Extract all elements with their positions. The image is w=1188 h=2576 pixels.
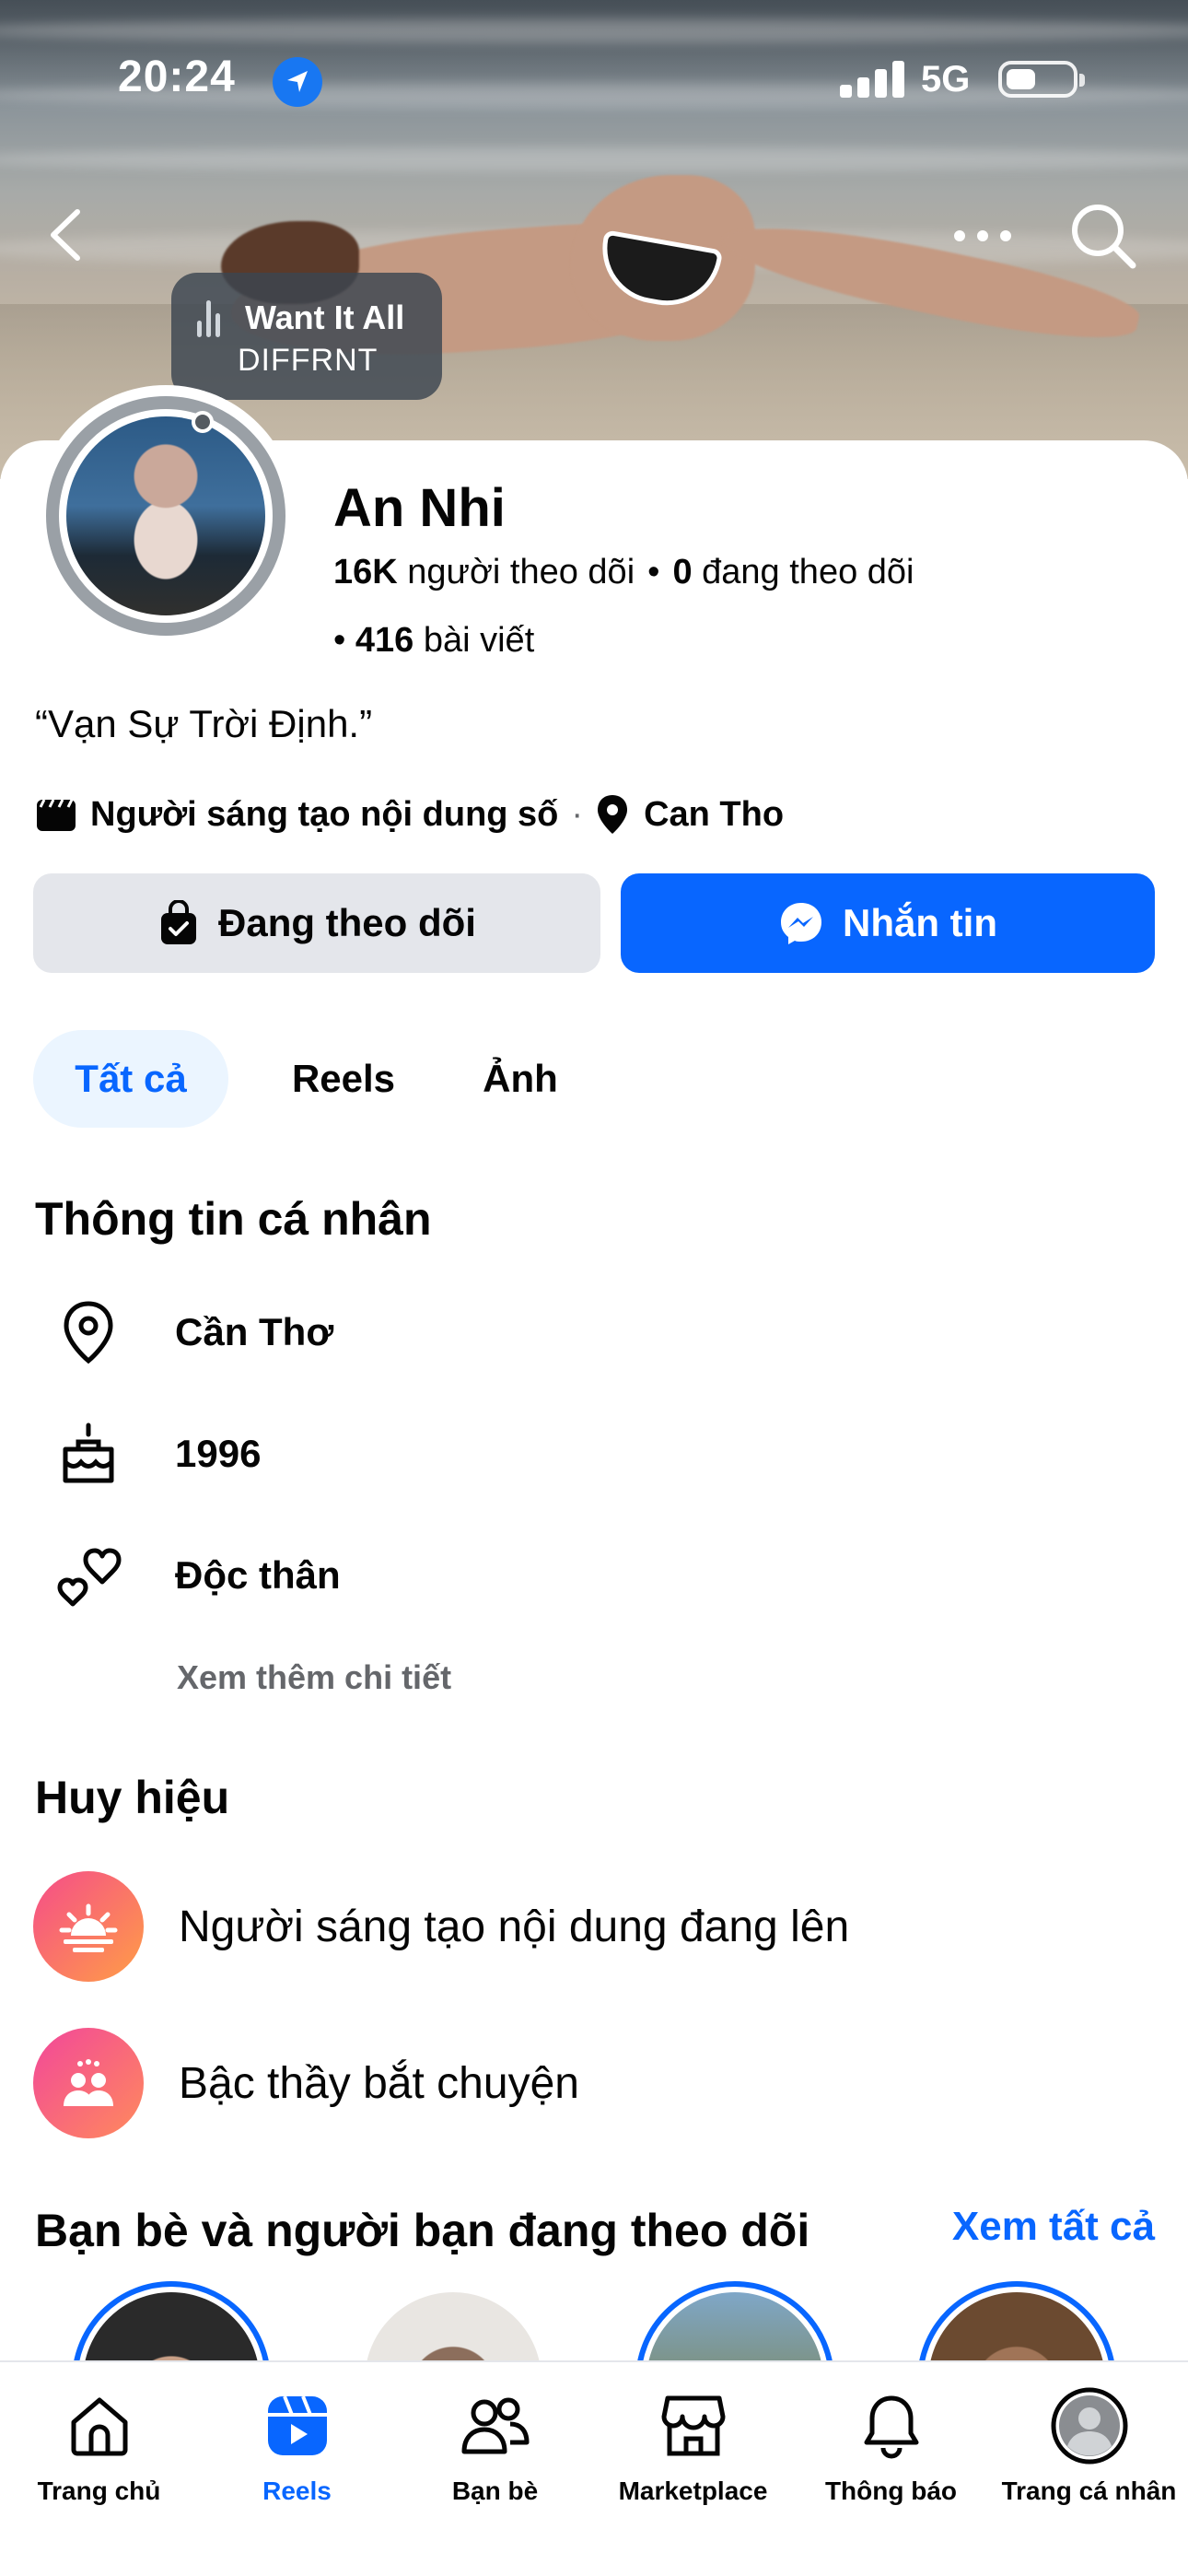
badge-rising-creator-text: Người sáng tạo nội dung đang lên <box>179 1902 850 1951</box>
profile-avatar[interactable] <box>35 385 297 647</box>
following-label: đang theo dõi <box>702 553 914 591</box>
clapperboard-icon <box>35 796 77 833</box>
see-more-details-link[interactable]: Xem thêm chi tiết <box>177 1658 451 1697</box>
nav-notifications-label: Thông báo <box>824 2476 958 2505</box>
info-row-birthday: 1996 <box>35 1411 1140 1496</box>
conversation-starter-icon <box>33 2028 144 2138</box>
followers-count: 16K <box>333 553 398 591</box>
sound-wave-icon <box>197 300 228 337</box>
music-title: Want It All <box>245 299 405 336</box>
personal-info-title: Thông tin cá nhân <box>35 1193 432 1245</box>
search-icon[interactable] <box>1068 201 1138 271</box>
nav-marketplace[interactable]: Marketplace <box>594 2384 792 2523</box>
nav-marketplace-label: Marketplace <box>618 2476 768 2505</box>
profile-name: An Nhi <box>333 478 506 538</box>
home-icon <box>66 2384 133 2467</box>
chevron-left-icon[interactable] <box>41 203 96 267</box>
cellular-signal-icon <box>840 61 904 98</box>
profile-music-tag[interactable]: Want It All DIFFRNT <box>171 273 442 416</box>
friends-icon <box>460 2384 530 2467</box>
profile-avatar-icon <box>1051 2384 1128 2467</box>
story-indicator-dot <box>192 411 214 433</box>
posts-count: 416 <box>355 621 414 660</box>
nav-profile[interactable]: Trang cá nhân <box>990 2384 1188 2523</box>
bottom-navigation: Trang chủ Reels Bạn bè Marketplace Thông… <box>0 2360 1188 2576</box>
following-button-label: Đang theo dõi <box>218 901 476 944</box>
nav-profile-label: Trang cá nhân <box>1001 2476 1177 2505</box>
location-arrow-icon <box>273 57 322 107</box>
separator-dot: · <box>571 794 584 834</box>
tab-photos[interactable]: Ảnh <box>460 1030 580 1128</box>
profile-category: Người sáng tạo nội dung số <box>90 794 559 834</box>
avatar-photo <box>66 416 265 615</box>
tab-all[interactable]: Tất cả <box>33 1030 228 1128</box>
message-button-label: Nhắn tin <box>843 901 997 944</box>
bell-icon <box>861 2384 922 2467</box>
badges-title: Huy hiệu <box>35 1772 230 1823</box>
info-row-relationship: Độc thân <box>35 1533 1140 1618</box>
see-all-friends-link[interactable]: Xem tất cả <box>952 2204 1155 2250</box>
marketplace-icon <box>660 2384 727 2467</box>
birthday-cake-icon <box>35 1411 142 1496</box>
nav-reels[interactable]: Reels <box>198 2384 396 2523</box>
messenger-icon <box>781 903 821 944</box>
network-type: 5G <box>921 59 971 100</box>
music-artist: DIFFRNT <box>238 343 379 378</box>
nav-home[interactable]: Trang chủ <box>0 2384 198 2523</box>
tab-reels[interactable]: Reels <box>265 1030 422 1128</box>
profile-bio: “Vạn Sự Trời Định.” <box>35 702 373 745</box>
friends-title: Bạn bè và người bạn đang theo dõi <box>35 2205 810 2256</box>
nav-friends[interactable]: Bạn bè <box>396 2384 594 2523</box>
nav-friends-label: Bạn bè <box>451 2476 539 2505</box>
separator-dot: • <box>647 553 660 591</box>
cover-wave <box>0 147 1188 171</box>
following-button[interactable]: Đang theo dõi <box>33 873 600 973</box>
nav-reels-label: Reels <box>262 2476 332 2505</box>
info-birthday-text: 1996 <box>175 1432 262 1475</box>
battery-icon <box>998 61 1085 98</box>
separator-dot: • <box>333 621 346 660</box>
profile-stats[interactable]: 16K người theo dõi • 0 đang theo dõi <box>333 553 914 592</box>
sunrise-badge-icon <box>33 1871 144 1982</box>
profile-meta: Người sáng tạo nội dung số · Can Tho <box>35 790 784 838</box>
nav-notifications[interactable]: Thông báo <box>792 2384 990 2523</box>
badge-row-conversation-starter[interactable]: Bậc thầy bắt chuyện <box>33 2027 1138 2139</box>
profile-location: Can Tho <box>644 794 785 834</box>
followers-label: người theo dõi <box>407 553 635 591</box>
info-location-text: Cần Thơ <box>175 1310 334 1353</box>
badge-row-rising-creator[interactable]: Người sáng tạo nội dung đang lên <box>33 1870 1138 1983</box>
profile-posts-stat[interactable]: • 416 bài viết <box>333 621 534 661</box>
more-horizontal-icon[interactable] <box>950 208 1015 263</box>
following-bag-icon <box>161 900 196 944</box>
following-count: 0 <box>672 553 693 591</box>
info-row-location: Cần Thơ <box>35 1290 1140 1375</box>
badge-conversation-starter-text: Bậc thầy bắt chuyện <box>179 2058 579 2108</box>
status-time: 20:24 <box>118 53 236 101</box>
nav-home-label: Trang chủ <box>37 2476 161 2505</box>
info-relationship-text: Độc thân <box>175 1553 341 1597</box>
hearts-icon <box>35 1533 142 1618</box>
reels-icon <box>264 2384 331 2467</box>
message-button[interactable]: Nhắn tin <box>621 873 1155 973</box>
location-pin-icon <box>35 1290 142 1375</box>
location-pin-icon <box>596 793 629 836</box>
posts-label: bài viết <box>423 621 535 660</box>
